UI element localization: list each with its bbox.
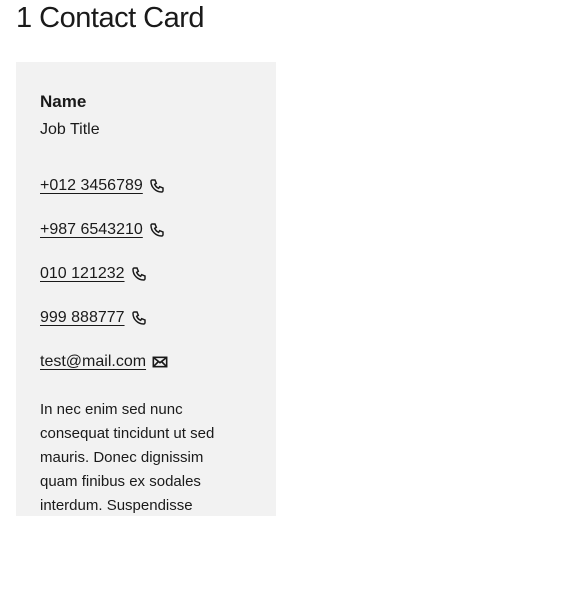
phone-link[interactable]: +987 6543210	[40, 218, 143, 242]
phone-icon	[131, 262, 147, 286]
contact-name: Name	[40, 92, 87, 111]
contact-card: Name Job Title +012 3456789 +987 6543210…	[16, 62, 276, 516]
phone-row: +012 3456789	[40, 174, 240, 218]
phone-row: +987 6543210	[40, 218, 240, 262]
phone-icon	[149, 218, 165, 242]
email-row: test@mail.com	[40, 350, 240, 394]
phone-link[interactable]: 999 888777	[40, 306, 125, 330]
phone-icon	[131, 306, 147, 330]
contact-description: In nec enim sed nunc consequat tincidunt…	[40, 401, 215, 514]
phone-row: 010 121232	[40, 262, 240, 306]
mail-icon	[152, 350, 168, 374]
phone-row: 999 888777	[40, 306, 240, 350]
email-link[interactable]: test@mail.com	[40, 350, 146, 374]
phone-icon	[149, 174, 165, 198]
phone-link[interactable]: +012 3456789	[40, 174, 143, 198]
contact-job-title: Job Title	[40, 121, 100, 138]
page-title: 1 Contact Card	[16, 2, 205, 34]
phone-link[interactable]: 010 121232	[40, 262, 125, 286]
